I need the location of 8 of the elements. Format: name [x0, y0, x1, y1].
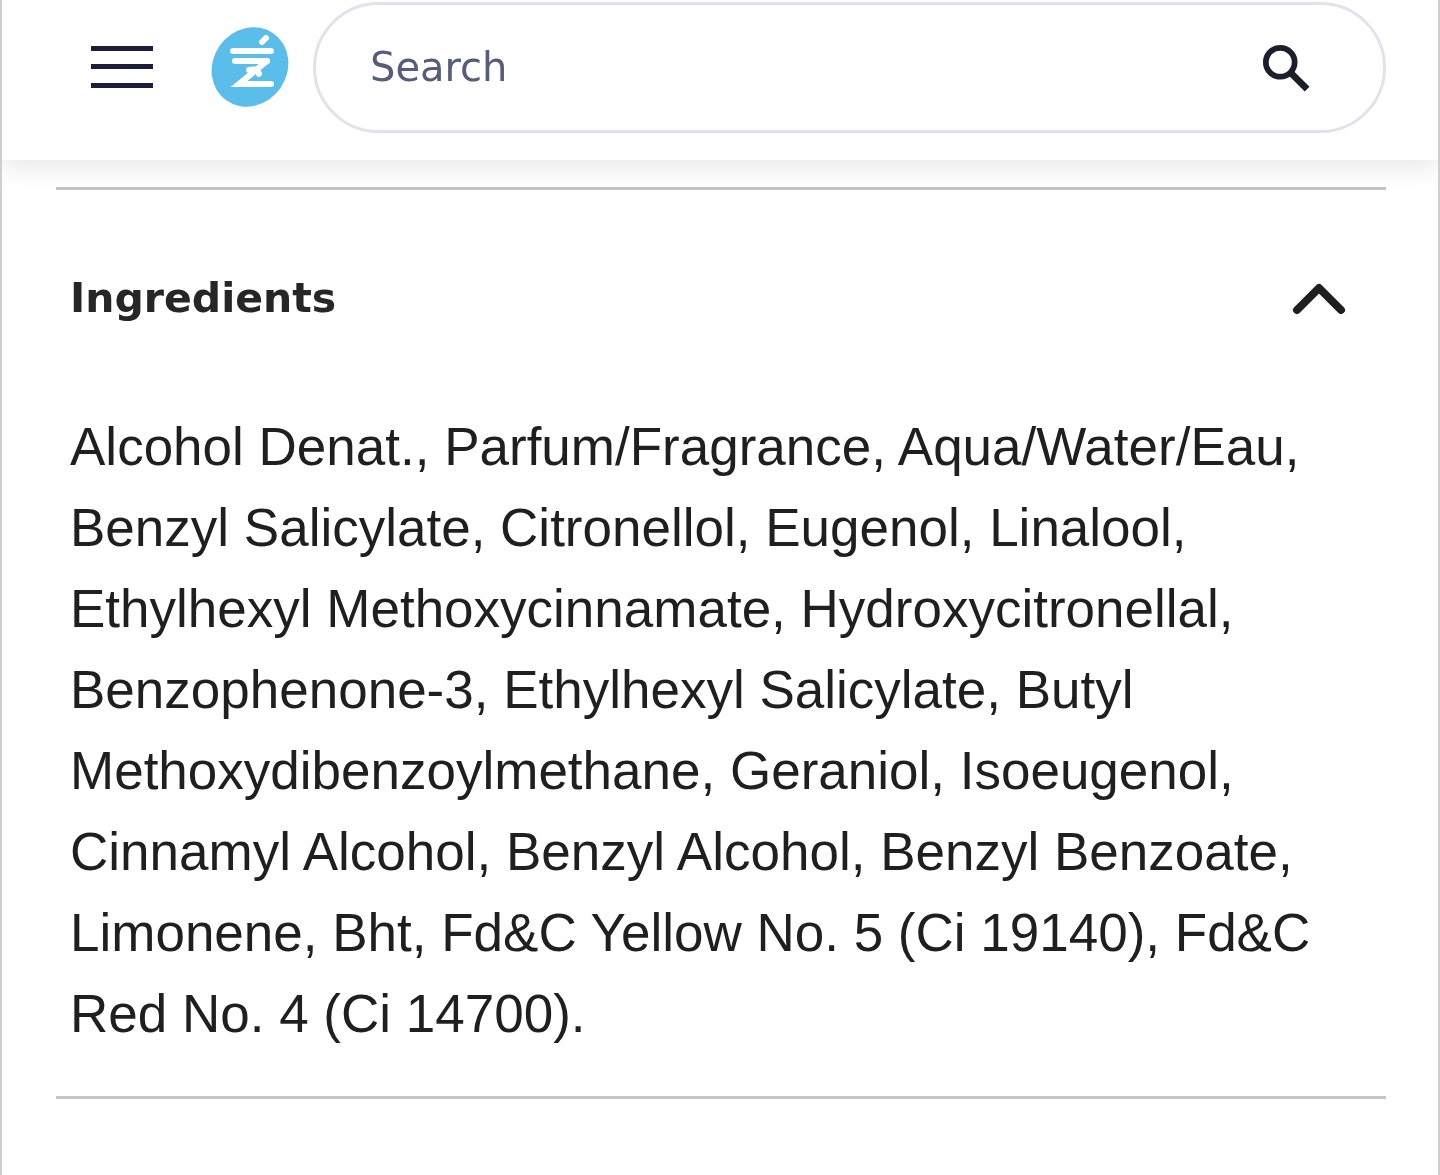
search-icon[interactable]: [1262, 43, 1310, 92]
collapse-button[interactable]: [1292, 281, 1346, 315]
menu-button[interactable]: [91, 46, 153, 88]
chevron-icon: [1292, 281, 1346, 315]
ingredients-text: Alcohol Denat., Parfum/Fragrance, Aqua/Water/Eau, Benzyl Salicylate, Citronellol, Eugenol, Linalool, Ethylhexyl Methoxycinnamate, Hydroxycitronellal, Benzophenone-3, Ethylhexyl Salicylate, Butyl Methoxydibenzoylmethane, Geraniol, Isoeugenol, Cinnamyl Alcohol, Benzyl Alcohol, Benzyl Benzoate, Limonene, Bht, Fd&C Yellow No. 5 (Ci 19140), Fd&C Red No. 4 (Ci 14700).: [70, 416, 1312, 1045]
section-title: Ingredients: [70, 273, 337, 324]
menu-icon: [91, 46, 153, 88]
search-field[interactable]: Search: [313, 1, 1386, 133]
